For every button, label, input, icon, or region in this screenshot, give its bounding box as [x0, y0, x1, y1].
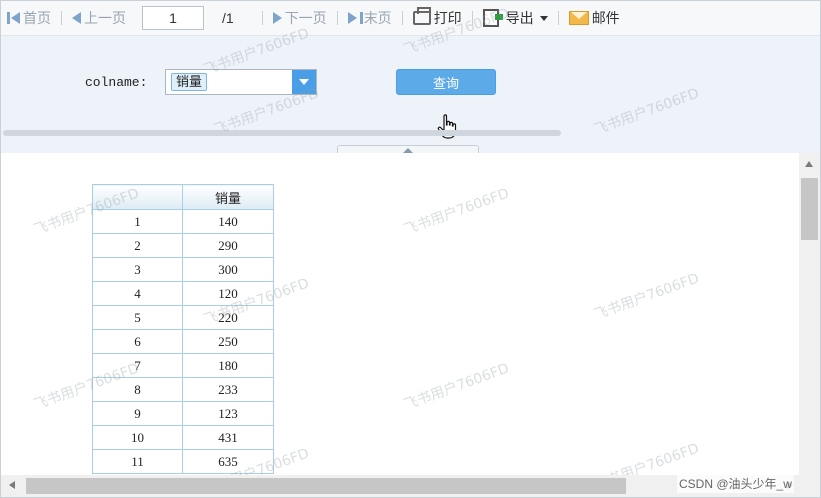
next-page-icon: [272, 12, 282, 24]
mail-label: 邮件: [591, 10, 620, 26]
horizontal-scroll-thumb[interactable]: [26, 478, 626, 494]
row-value: 233: [182, 377, 274, 402]
row-index: 10: [92, 425, 183, 450]
header-index: [92, 184, 183, 210]
row-value: 180: [182, 353, 274, 378]
table-row: 4 120: [92, 281, 274, 306]
query-button[interactable]: 查询: [396, 69, 496, 95]
page-number-input[interactable]: [142, 6, 204, 30]
toolbar-divider: [336, 11, 338, 25]
last-page-button[interactable]: 末页: [346, 6, 394, 30]
printer-icon: [412, 7, 431, 25]
export-button[interactable]: 导出: [481, 6, 550, 30]
table-row: 3 300: [92, 257, 274, 282]
row-index: 2: [92, 233, 183, 258]
data-table: 销量 1 140 2 290 3 300 4 120 5 220 6 250 7 180 82…: [92, 184, 274, 474]
row-index: 6: [92, 329, 183, 354]
colname-label: colname:: [85, 75, 148, 90]
table-row: 6 250: [92, 329, 274, 354]
selected-tag[interactable]: 销量: [171, 73, 208, 91]
colname-combobox[interactable]: 销量: [165, 69, 317, 95]
row-value: 250: [182, 329, 274, 354]
first-page-icon: [11, 12, 20, 24]
row-value: 140: [182, 209, 274, 234]
last-page-label: 末页: [363, 10, 392, 26]
first-page-bar-icon: [7, 12, 10, 24]
row-value: 123: [182, 401, 274, 426]
prev-page-icon: [72, 12, 81, 24]
combo-dropdown-button[interactable]: [292, 70, 316, 94]
row-index: 9: [92, 401, 183, 426]
row-index: 7: [92, 353, 183, 378]
row-index: 5: [92, 305, 183, 330]
table-row: 8 233: [92, 377, 274, 402]
hand-cursor-icon: [437, 114, 457, 139]
export-icon: [482, 9, 503, 27]
table-row: 5 220: [92, 305, 274, 330]
vertical-scroll-thumb[interactable]: [801, 178, 818, 240]
export-label: 导出: [505, 10, 534, 26]
scroll-left-icon[interactable]: [9, 481, 15, 489]
row-value: 431: [182, 425, 274, 450]
table-row: 7 180: [92, 353, 274, 378]
row-index: 3: [92, 257, 183, 282]
last-page-icon: [347, 12, 357, 24]
prev-page-button[interactable]: 上一页: [70, 6, 128, 30]
row-index: 11: [92, 449, 183, 474]
row-value: 120: [182, 281, 274, 306]
print-button[interactable]: 打印: [411, 6, 464, 30]
first-page-button[interactable]: 首页: [5, 6, 53, 30]
csdn-credit: CSDN @油头少年_w: [677, 475, 794, 493]
row-index: 8: [92, 377, 183, 402]
row-index: 1: [92, 209, 183, 234]
report-toolbar: 首页 上一页 /1 下一页 末页 打印 导出 邮件: [1, 1, 820, 35]
toolbar-divider: [261, 11, 263, 25]
chevron-down-icon: [539, 15, 548, 21]
parameter-panel: colname: 销量 查询: [1, 35, 820, 155]
table-row: 10 431: [92, 425, 274, 450]
toolbar-divider: [557, 11, 559, 25]
table-row: 9 123: [92, 401, 274, 426]
row-value: 635: [182, 449, 274, 474]
prev-page-label: 上一页: [84, 10, 126, 26]
table-row: 11 635: [92, 449, 274, 474]
row-value: 300: [182, 257, 274, 282]
first-page-label: 首页: [23, 10, 51, 26]
table-row: 1 140: [92, 209, 274, 234]
report-content: 销量 1 140 2 290 3 300 4 120 5 220 6 250 7 180 82…: [1, 153, 799, 475]
next-page-button[interactable]: 下一页: [271, 6, 329, 30]
last-page-bar-icon: [359, 12, 363, 24]
page-total: /1: [222, 10, 234, 26]
header-sales: 销量: [182, 184, 274, 210]
scroll-up-icon[interactable]: [805, 161, 813, 167]
mail-icon: [568, 11, 589, 25]
mail-button[interactable]: 邮件: [567, 6, 622, 30]
panel-horizontal-scrollbar[interactable]: [3, 130, 561, 136]
print-label: 打印: [433, 10, 462, 26]
row-index: 4: [92, 281, 183, 306]
table-header-row: 销量: [92, 184, 274, 210]
next-page-label: 下一页: [284, 10, 327, 26]
toolbar-divider: [401, 11, 403, 25]
vertical-scrollbar[interactable]: [799, 153, 820, 475]
row-value: 220: [182, 305, 274, 330]
toolbar-divider: [61, 11, 62, 25]
row-value: 290: [182, 233, 274, 258]
toolbar-divider: [471, 11, 473, 25]
table-row: 2 290: [92, 233, 274, 258]
chevron-down-icon: [299, 79, 309, 85]
